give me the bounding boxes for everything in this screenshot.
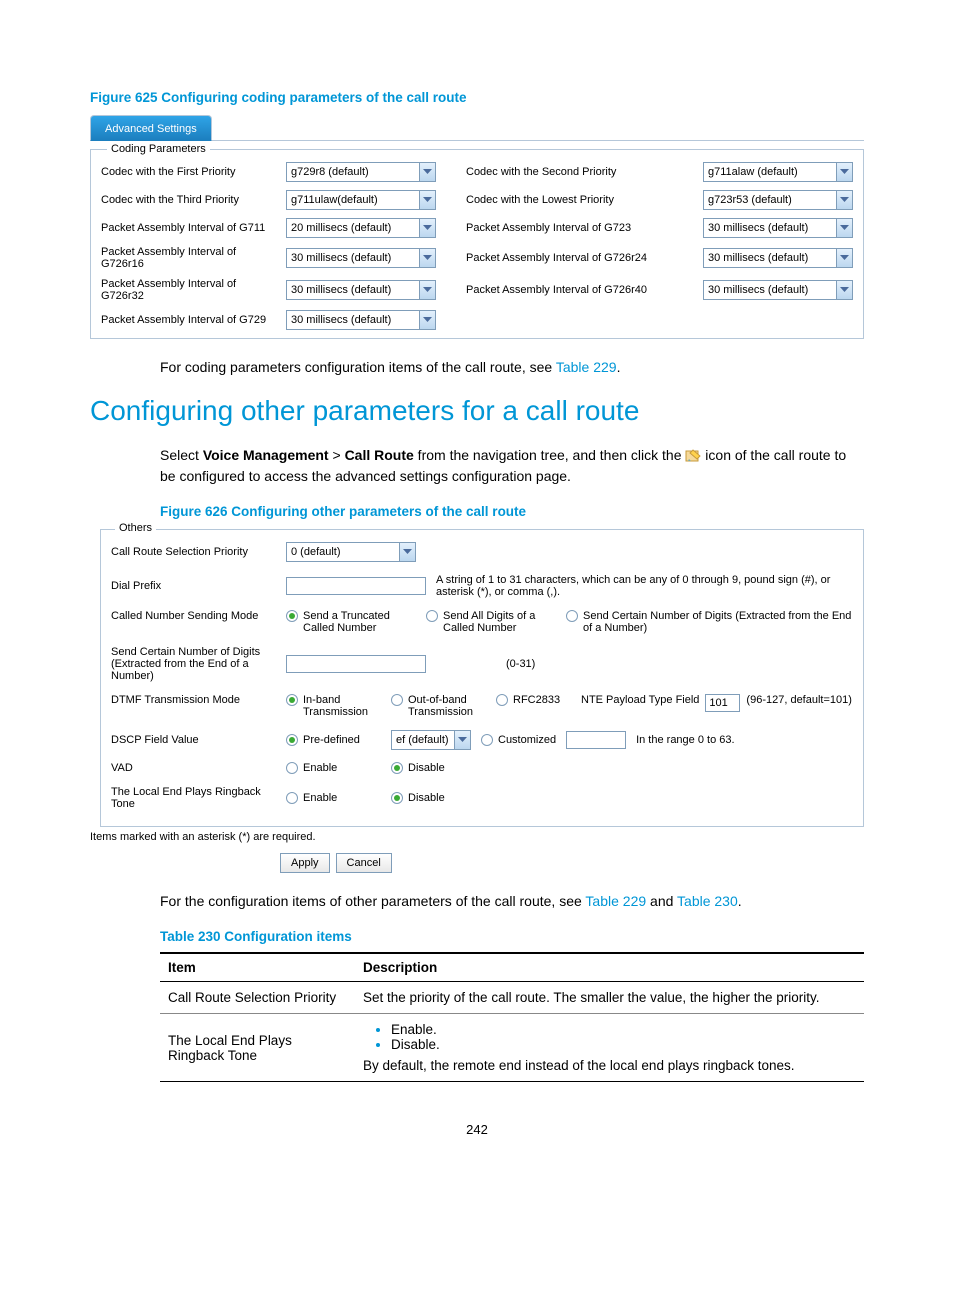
chevron-down-icon (419, 190, 436, 210)
param-select[interactable]: 20 millisecs (default) (286, 218, 436, 238)
radio-send-all[interactable]: Send All Digits of a Called Number (426, 610, 556, 634)
edit-icon (685, 447, 701, 461)
th-description: Description (355, 953, 864, 982)
paragraph-coding-ref: For coding parameters configuration item… (160, 357, 864, 377)
param-label: Codec with the Third Priority (101, 194, 276, 206)
input-dscp-custom[interactable] (566, 731, 626, 749)
chevron-down-icon (836, 280, 853, 300)
radio-dtmf-rfc2833[interactable]: RFC2833 (496, 694, 571, 706)
row-vad: VAD Enable Disable (111, 756, 853, 780)
param-label: Packet Assembly Interval of G726r40 (446, 284, 693, 296)
tab-bar: Advanced Settings (90, 115, 864, 141)
button-row: Apply Cancel (280, 853, 864, 873)
param-label: Packet Assembly Interval of G726r32 (101, 278, 276, 302)
param-select[interactable]: 30 millisecs (default) (703, 280, 853, 300)
row-dtmf: DTMF Transmission Mode In-band Transmiss… (111, 688, 853, 724)
radio-send-truncated[interactable]: Send a Truncated Called Number (286, 610, 416, 634)
chevron-down-icon (419, 218, 436, 238)
table-row: Call Route Selection Priority Set the pr… (160, 982, 864, 1014)
coding-parameters-fieldset: Coding Parameters Codec with the First P… (90, 149, 864, 339)
link-table-230[interactable]: Table 230 (677, 893, 738, 909)
figure-625-caption: Figure 625 Configuring coding parameters… (90, 90, 864, 105)
dscp-hint: In the range 0 to 63. (636, 734, 734, 746)
param-select[interactable]: g711alaw (default) (703, 162, 853, 182)
digits-hint: (0-31) (506, 658, 535, 670)
chevron-down-icon (836, 248, 853, 268)
radio-dtmf-outofband[interactable]: Out-of-band Transmission (391, 694, 486, 718)
figure-625-panel: Advanced Settings Coding Parameters Code… (90, 115, 864, 339)
param-select[interactable]: 30 millisecs (default) (286, 280, 436, 300)
apply-button[interactable]: Apply (280, 853, 330, 873)
param-label: Packet Assembly Interval of G729 (101, 314, 276, 326)
select-dscp[interactable]: ef (default) (391, 730, 471, 750)
others-legend: Others (115, 522, 156, 534)
param-label: Packet Assembly Interval of G723 (446, 222, 693, 234)
param-label: Codec with the Second Priority (446, 166, 693, 178)
required-note: Items marked with an asterisk (*) are re… (90, 827, 864, 847)
param-label: Packet Assembly Interval of G726r24 (446, 252, 693, 264)
select-priority[interactable]: 0 (default) (286, 542, 416, 562)
radio-send-certain[interactable]: Send Certain Number of Digits (Extracted… (566, 610, 853, 634)
nte-hint: (96-127, default=101) (746, 694, 852, 706)
param-select[interactable]: 30 millisecs (default) (703, 218, 853, 238)
coding-parameters-legend: Coding Parameters (107, 143, 210, 155)
input-dial-prefix[interactable] (286, 577, 426, 595)
chevron-down-icon (419, 310, 436, 330)
param-select[interactable]: g711ulaw(default) (286, 190, 436, 210)
figure-626-caption: Figure 626 Configuring other parameters … (160, 504, 864, 519)
cancel-button[interactable]: Cancel (336, 853, 392, 873)
link-table-229-b[interactable]: Table 229 (585, 893, 646, 909)
chevron-down-icon (399, 542, 416, 562)
others-fieldset: Others Call Route Selection Priority 0 (… (100, 529, 864, 827)
param-label: Packet Assembly Interval of G711 (101, 222, 276, 234)
link-table-229[interactable]: Table 229 (556, 359, 617, 375)
param-select[interactable]: 30 millisecs (default) (286, 310, 436, 330)
row-dscp: DSCP Field Value Pre-defined ef (default… (111, 724, 853, 756)
chevron-down-icon (419, 280, 436, 300)
param-select[interactable]: 30 millisecs (default) (286, 248, 436, 268)
param-select[interactable]: 30 millisecs (default) (703, 248, 853, 268)
chevron-down-icon (454, 730, 471, 750)
radio-dscp-custom[interactable]: Customized (481, 734, 556, 746)
param-select[interactable]: g723r53 (default) (703, 190, 853, 210)
param-label: Packet Assembly Interval of G726r16 (101, 246, 276, 270)
heading-configuring-other: Configuring other parameters for a call … (90, 395, 864, 427)
nte-label: NTE Payload Type Field (581, 694, 699, 706)
radio-vad-disable[interactable]: Disable (391, 762, 445, 774)
chevron-down-icon (836, 162, 853, 182)
radio-dtmf-inband[interactable]: In-band Transmission (286, 694, 381, 718)
chevron-down-icon (836, 218, 853, 238)
input-nte[interactable] (705, 694, 740, 712)
row-dial-prefix: Dial Prefix A string of 1 to 31 characte… (111, 568, 853, 604)
param-label: Codec with the First Priority (101, 166, 276, 178)
param-select[interactable]: g729r8 (default) (286, 162, 436, 182)
chevron-down-icon (419, 248, 436, 268)
chevron-down-icon (836, 190, 853, 210)
param-label: Codec with the Lowest Priority (446, 194, 693, 206)
row-send-mode: Called Number Sending Mode Send a Trunca… (111, 604, 853, 640)
radio-dscp-predefined[interactable]: Pre-defined (286, 734, 381, 746)
radio-vad-enable[interactable]: Enable (286, 762, 381, 774)
paragraph-nav-instruction: Select Voice Management > Call Route fro… (160, 445, 864, 486)
row-ringback: The Local End Plays Ringback Tone Enable… (111, 780, 853, 816)
tab-advanced-settings[interactable]: Advanced Settings (90, 115, 212, 141)
row-priority: Call Route Selection Priority 0 (default… (111, 536, 853, 568)
radio-ringback-enable[interactable]: Enable (286, 792, 381, 804)
th-item: Item (160, 953, 355, 982)
radio-ringback-disable[interactable]: Disable (391, 792, 445, 804)
row-digits: Send Certain Number of Digits (Extracted… (111, 640, 853, 688)
page-number: 242 (90, 1122, 864, 1137)
chevron-down-icon (419, 162, 436, 182)
figure-626-panel: Others Call Route Selection Priority 0 (… (90, 529, 864, 873)
table-row: The Local End Plays Ringback Tone Enable… (160, 1014, 864, 1082)
input-digits[interactable] (286, 655, 426, 673)
table-230: Item Description Call Route Selection Pr… (160, 952, 864, 1082)
table-230-caption: Table 230 Configuration items (160, 929, 864, 944)
paragraph-other-ref: For the configuration items of other par… (160, 891, 864, 911)
dial-prefix-hint: A string of 1 to 31 characters, which ca… (436, 574, 853, 598)
